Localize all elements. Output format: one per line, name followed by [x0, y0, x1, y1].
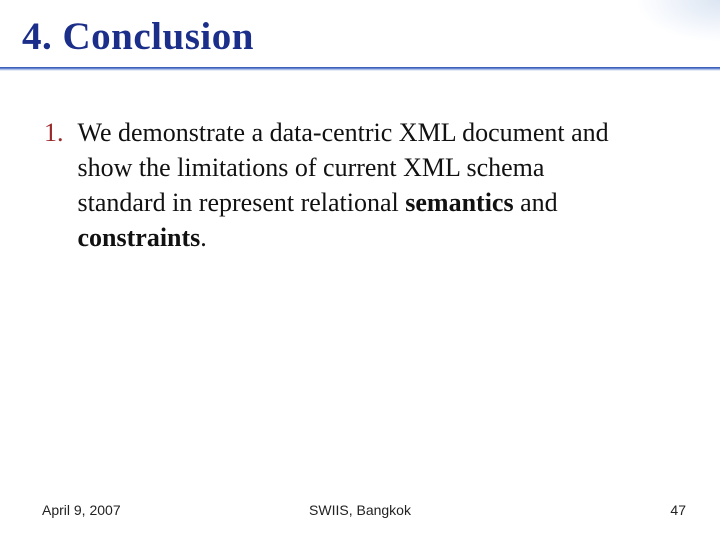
slide-title: 4. Conclusion [22, 14, 720, 59]
text-run: . [200, 223, 207, 252]
list-marker: 1. [42, 115, 64, 150]
bold-run: semantics [405, 188, 513, 217]
footer-date: April 9, 2007 [42, 502, 121, 518]
conclusion-list: 1. We demonstrate a data-centric XML doc… [42, 115, 678, 255]
footer-page-number: 47 [670, 502, 686, 518]
list-item-text: We demonstrate a data-centric XML docume… [78, 115, 638, 255]
title-area: 4. Conclusion [0, 0, 720, 59]
text-run: and [514, 188, 558, 217]
slide-footer: April 9, 2007 SWIIS, Bangkok 47 [0, 502, 720, 518]
slide-body: 1. We demonstrate a data-centric XML doc… [0, 71, 720, 255]
list-item: 1. We demonstrate a data-centric XML doc… [42, 115, 678, 255]
bold-run: constraints [78, 223, 201, 252]
footer-venue: SWIIS, Bangkok [309, 502, 411, 518]
